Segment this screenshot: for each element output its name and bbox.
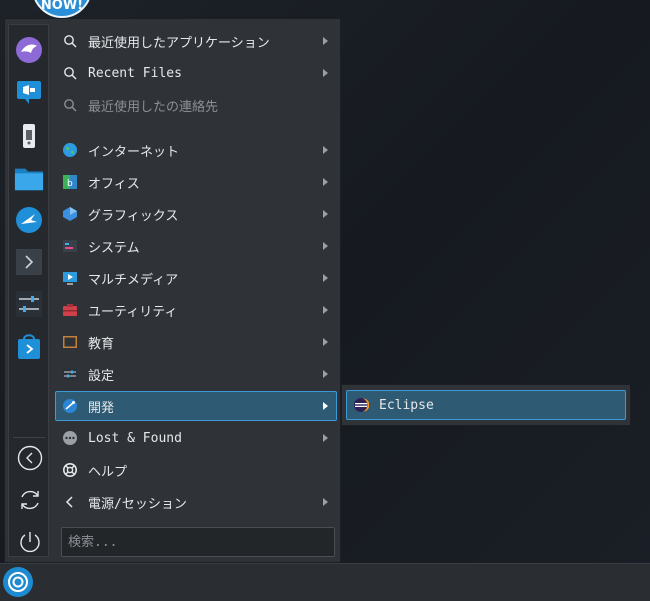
megaphone-icon [17,81,41,104]
menu-item-label: マルチメディア [88,272,179,288]
utilities-icon [62,302,78,318]
menu-item-label: 開発 [88,400,115,416]
menu-item-graphics[interactable]: グラフィックス [55,199,337,229]
education-icon [62,334,78,350]
menu-item-office[interactable]: b オフィス [55,167,337,197]
back-button[interactable] [15,443,45,473]
development-icon [62,398,78,414]
menu-item-label: ユーティリティ [88,304,178,320]
menu-item-internet[interactable]: インターネット [55,135,337,165]
chevron-right-icon [323,69,328,77]
system-icon [62,238,78,254]
terminal-icon [16,249,42,275]
restart-button[interactable] [15,485,45,515]
search-icon [62,97,78,113]
favorite-eagle[interactable] [14,35,44,65]
menu-item-development[interactable]: 開発 [55,391,337,421]
office-icon: b [62,174,78,190]
menu-item-label: Recent Files [88,65,182,81]
menu-item-label: 設定 [88,368,115,384]
application-menu: 最近使用したアプリケーション Recent Files 最近使用したの連絡先 イ… [4,18,341,563]
favorite-kdeconnect[interactable] [14,205,44,235]
menu-item-label: ヘルプ [88,464,128,480]
menu-item-recent-contacts: 最近使用したの連絡先 [55,90,337,120]
menu-item-label: Lost & Found [88,430,182,446]
chevron-right-icon [323,370,328,378]
chevron-left-icon [62,494,78,510]
favorite-terminal[interactable] [14,247,44,277]
eagle-icon [16,37,42,63]
menu-item-label: システム [88,240,140,256]
globe-icon [62,142,78,158]
power-button[interactable] [15,527,45,557]
menu-item-label: インターネット [88,144,180,160]
menu-item-label: 教育 [88,336,115,352]
folder-icon [14,168,44,191]
eclipse-icon [353,397,369,413]
search-input[interactable] [61,527,335,557]
launcher-icon [8,572,28,592]
application-launcher-button[interactable] [3,567,33,597]
favorite-discover[interactable] [14,331,44,361]
menu-item-multimedia[interactable]: マルチメディア [55,263,337,293]
chevron-right-icon [323,498,328,506]
menu-item-label: 電源/セッション [88,496,187,512]
lost-found-icon [62,430,78,446]
store-bag-icon [18,334,40,359]
usb-drive-icon [23,124,35,148]
menu-item-utilities[interactable]: ユーティリティ [55,295,337,325]
menu-item-recent-apps[interactable]: 最近使用したアプリケーション [55,26,337,56]
multimedia-icon [62,270,78,286]
chevron-right-icon [323,306,328,314]
menu-item-power-session[interactable]: 電源/セッション [55,487,337,517]
chevron-right-icon [323,37,328,45]
submenu-item-label: Eclipse [379,397,434,413]
menu-item-help[interactable]: ヘルプ [55,455,337,485]
settings-icon [62,366,78,382]
favorite-announcer[interactable] [14,77,44,107]
favorite-files[interactable] [14,163,44,193]
refresh-circle-icon [21,490,39,510]
menu-item-label: 最近使用したの連絡先 [88,99,219,115]
bird-icon [16,207,42,233]
menu-item-settings[interactable]: 設定 [55,359,337,389]
favorites-divider [13,437,45,438]
search-icon [62,33,78,49]
development-submenu: Eclipse [341,384,631,426]
power-icon [20,532,40,553]
menu-item-education[interactable]: 教育 [55,327,337,357]
chevron-right-icon [323,146,328,154]
menu-item-recent-files[interactable]: Recent Files [55,58,337,88]
menu-item-label: オフィス [88,176,140,192]
chevron-right-icon [323,402,328,410]
graphics-icon [62,206,78,222]
favorite-usb[interactable] [14,121,44,151]
menu-item-label: グラフィックス [88,208,179,224]
chevron-right-icon [323,338,328,346]
submenu-item-eclipse[interactable]: Eclipse [346,390,626,420]
menu-item-label: 最近使用したアプリケーション [88,35,270,51]
chevron-right-icon [323,178,328,186]
search-icon [62,65,78,81]
menu-item-system[interactable]: システム [55,231,337,261]
favorite-settings[interactable] [14,289,44,319]
svg-text:b: b [67,179,73,189]
menu-item-lost-found[interactable]: Lost & Found [55,423,337,453]
help-icon [62,462,78,478]
chevron-right-icon [323,210,328,218]
chevron-right-icon [323,274,328,282]
desktop-badge: NOW! [32,0,92,18]
favorites-strip [8,24,49,557]
sliders-icon [16,291,42,317]
chevron-right-icon [323,434,328,442]
chevron-right-icon [323,242,328,250]
back-circle-icon [17,445,43,471]
taskbar [0,563,650,601]
